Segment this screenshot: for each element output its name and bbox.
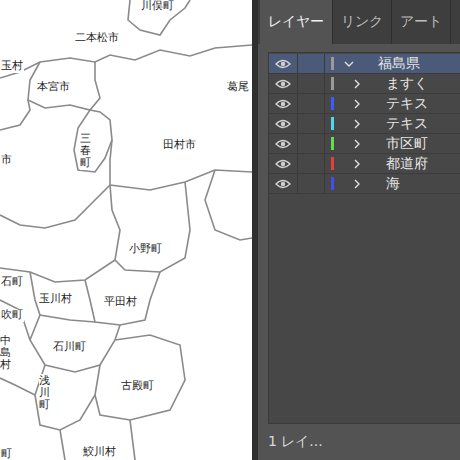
- layer-color: [331, 157, 334, 170]
- chevron-icon[interactable]: [352, 119, 362, 129]
- municipality-label: 吹町: [0, 309, 24, 322]
- layer-color: [331, 177, 334, 190]
- eye-icon[interactable]: [275, 79, 291, 89]
- tab-bar: レイヤーリンクアート: [258, 0, 460, 44]
- municipality-label: 二本松市: [74, 32, 120, 45]
- layer-color: [331, 57, 334, 70]
- municipality-label: 三春町: [80, 132, 91, 170]
- eye-icon[interactable]: [275, 59, 291, 69]
- lock-cell[interactable]: [297, 94, 325, 113]
- municipality-label: 鮫川村: [82, 446, 117, 459]
- municipality-label: 小野町: [128, 243, 163, 256]
- layer-name[interactable]: 福島県: [364, 55, 420, 73]
- eye-icon[interactable]: [275, 159, 291, 169]
- municipality-label: 玉村: [0, 60, 24, 73]
- lock-cell[interactable]: [297, 174, 325, 193]
- municipality-label: 古殿町: [120, 380, 155, 393]
- layer-name[interactable]: 海: [380, 175, 400, 193]
- eye-icon[interactable]: [275, 179, 291, 189]
- chevron-icon[interactable]: [352, 99, 362, 109]
- lock-cell[interactable]: [297, 74, 325, 93]
- panel-tab[interactable]: レイヤー: [260, 0, 333, 44]
- municipality-label: 葛尾: [226, 81, 250, 94]
- layer-row[interactable]: 福島県: [269, 54, 460, 74]
- layer-name[interactable]: ますく: [380, 75, 428, 93]
- layer-color: [331, 117, 334, 130]
- layer-list: 福島県ますくテキステキス市区町都道府海: [268, 52, 460, 424]
- municipality-label: 市: [0, 154, 13, 167]
- municipality-label: 川俣町: [140, 0, 175, 13]
- layer-row[interactable]: 市区町: [269, 134, 460, 154]
- municipality-label: 中島村: [0, 334, 11, 372]
- panel-tab[interactable]: アート: [392, 0, 451, 44]
- municipality-label: 玉川村: [38, 293, 73, 306]
- layer-name[interactable]: テキス: [380, 95, 428, 113]
- layer-name[interactable]: テキス: [380, 115, 428, 133]
- layer-color: [331, 77, 334, 90]
- eye-icon[interactable]: [275, 139, 291, 149]
- lock-cell[interactable]: [297, 114, 325, 133]
- municipality-label: 本宮市: [36, 81, 71, 94]
- lock-cell[interactable]: [297, 134, 325, 153]
- chevron-icon[interactable]: [344, 59, 354, 69]
- layer-count: 1 レイ...: [268, 424, 460, 460]
- layer-row[interactable]: 海: [269, 174, 460, 194]
- layer-row[interactable]: テキス: [269, 94, 460, 114]
- layers-panel: レイヤーリンクアート 福島県ますくテキステキス市区町都道府海 1 レイ...: [258, 0, 460, 460]
- chevron-icon[interactable]: [352, 139, 362, 149]
- municipality-label: 石川町: [52, 341, 87, 354]
- map-canvas[interactable]: 川俣町二本松市玉村本宮市 葛尾三春町 田村市市小野町石町玉川村 平田村吹町中島村 石川町…: [0, 0, 252, 460]
- chevron-icon[interactable]: [352, 179, 362, 189]
- panel-tab[interactable]: リンク: [333, 0, 392, 44]
- lock-cell[interactable]: [297, 154, 325, 173]
- municipality-label: 平田村: [103, 296, 138, 309]
- eye-icon[interactable]: [275, 99, 291, 109]
- layer-color: [331, 137, 334, 150]
- chevron-icon[interactable]: [352, 79, 362, 89]
- layer-name[interactable]: 市区町: [380, 135, 428, 153]
- municipality-label: 町: [0, 448, 13, 460]
- municipality-label: 石町: [0, 276, 24, 289]
- layer-row[interactable]: テキス: [269, 114, 460, 134]
- municipality-label: 田村市: [162, 139, 197, 152]
- layer-name[interactable]: 都道府: [380, 155, 428, 173]
- layer-row[interactable]: ますく: [269, 74, 460, 94]
- chevron-icon[interactable]: [352, 159, 362, 169]
- layer-row[interactable]: 都道府: [269, 154, 460, 174]
- lock-cell[interactable]: [297, 54, 325, 73]
- eye-icon[interactable]: [275, 119, 291, 129]
- municipality-label: 浅川町: [39, 374, 50, 412]
- layer-color: [331, 97, 334, 110]
